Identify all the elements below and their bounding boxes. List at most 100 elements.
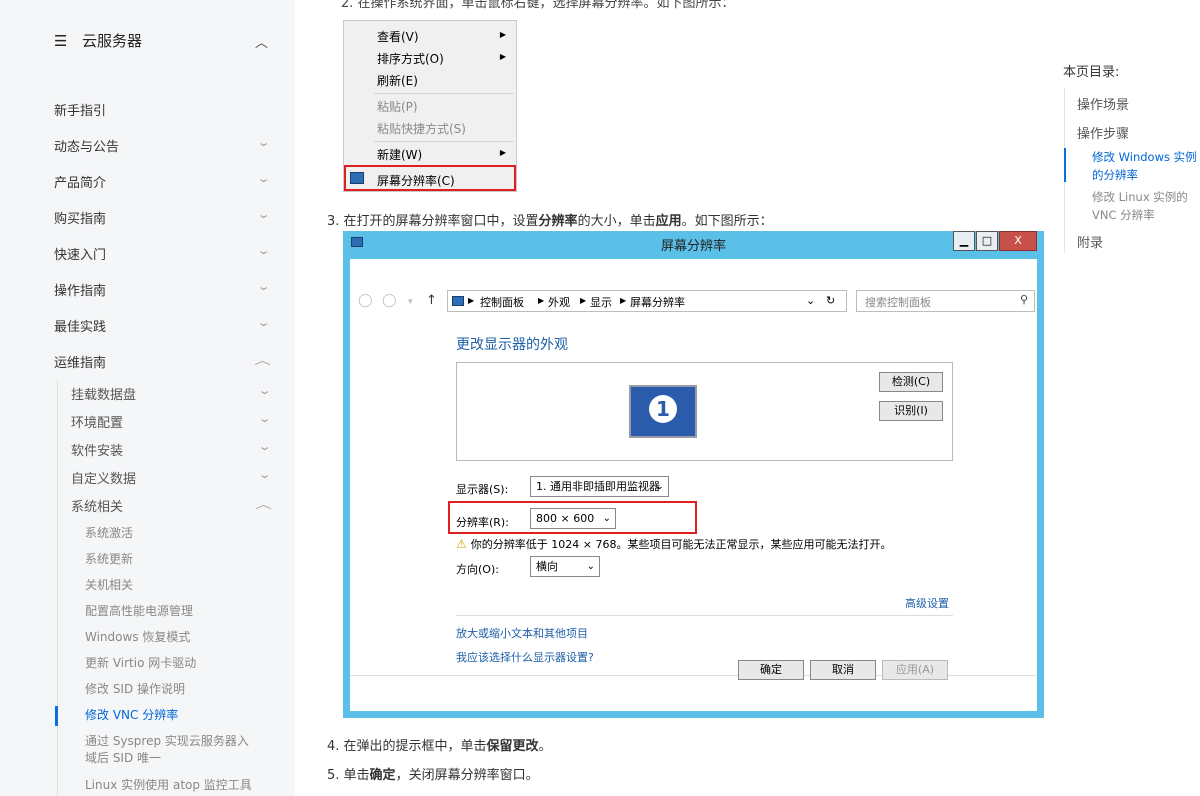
sidebar-item-label: 操作指南 bbox=[54, 284, 107, 299]
menu-separator bbox=[374, 93, 514, 94]
forward-icon: ◯ bbox=[382, 293, 397, 308]
sidebar-leaf-active[interactable]: 修改 VNC 分辨率 bbox=[85, 707, 265, 724]
address-bar: ▶ 控制面板 ▶ 外观 ▶ 显示 ▶ 屏幕分辨率 ⌄ ↻ bbox=[447, 290, 847, 312]
monitor-preview: 1 检测(C) 识别(I) bbox=[456, 362, 953, 461]
display-settings-help-link: 我应该选择什么显示器设置? bbox=[456, 651, 594, 664]
chevron-up-icon: ︿ bbox=[254, 354, 271, 367]
context-menu-image: 查看(V) ▶ 排序方式(O) ▶ 刷新(E) 粘贴(P) 粘贴快捷方式(S) … bbox=[343, 20, 517, 192]
sidebar-leaf[interactable]: 系统更新 bbox=[85, 551, 265, 568]
sidebar-item-practice[interactable]: 最佳实践 ⌄ bbox=[54, 316, 270, 336]
step-4-text: 4. 在弹出的提示框中，单击保留更改。 bbox=[327, 739, 552, 754]
chevron-down-icon: ⌄ bbox=[256, 280, 271, 293]
divider bbox=[456, 615, 953, 616]
advanced-settings-link: 高级设置 bbox=[905, 597, 949, 610]
chevron-down-icon: ⌄ bbox=[257, 440, 272, 453]
chevron-down-icon: ⌄ bbox=[256, 244, 271, 257]
toc-item-steps[interactable]: 操作步骤 bbox=[1077, 123, 1129, 142]
monitor-display-icon: 1 bbox=[629, 385, 697, 438]
highlight-box bbox=[344, 165, 516, 191]
sidebar-leaf[interactable]: Windows 恢复模式 bbox=[85, 629, 265, 646]
resolution-dialog-image: 屏幕分辨率 ▁ □ X ◯ ◯ ▾ ↑ ▶ 控制面板 ▶ 外观 ▶ 显示 ▶ 屏… bbox=[343, 231, 1044, 718]
display-select: 1. 通用非即插即用监视器 ⌄ bbox=[530, 476, 669, 497]
resolution-select: 800 × 600 ⌄ bbox=[530, 508, 616, 529]
chevron-down-icon: ⌄ bbox=[806, 294, 816, 307]
cancel-button: 取消 bbox=[810, 660, 876, 680]
sidebar-subitem-disk[interactable]: 挂载数据盘 ⌄ bbox=[71, 384, 271, 404]
ok-button: 确定 bbox=[738, 660, 804, 680]
sidebar-subitem-system[interactable]: 系统相关 ︿ bbox=[71, 496, 272, 516]
warning-icon: ⚠ bbox=[456, 537, 467, 551]
sidebar-item-ops[interactable]: 运维指南 ︿ bbox=[54, 352, 271, 372]
text-size-link: 放大或缩小文本和其他项目 bbox=[456, 627, 588, 640]
toc-item-scenario[interactable]: 操作场景 bbox=[1077, 94, 1129, 113]
sidebar-subitem-software[interactable]: 软件安装 ⌄ bbox=[71, 440, 272, 460]
minimize-icon: ▁ bbox=[953, 231, 975, 251]
sidebar-subitem-label: 自定义数据 bbox=[71, 472, 137, 487]
sidebar-item-quickstart[interactable]: 快速入门 ⌄ bbox=[54, 244, 270, 264]
sidebar-subitem-env[interactable]: 环境配置 ⌄ bbox=[71, 412, 272, 432]
breadcrumb-item: 外观 bbox=[548, 296, 570, 309]
orientation-select: 横向 ⌄ bbox=[530, 556, 600, 577]
search-icon: ⚲ bbox=[1019, 293, 1028, 306]
sidebar: ☰ 云服务器 ︿ 新手指引 动态与公告 ⌄ 产品简介 ⌄ 购买指南 ⌄ 快速入门 ⌄ 操… bbox=[0, 0, 295, 796]
back-icon: ◯ bbox=[358, 293, 373, 308]
maximize-icon: □ bbox=[976, 231, 998, 251]
sidebar-item-buy[interactable]: 购买指南 ⌄ bbox=[54, 208, 270, 228]
chevron-down-icon: ⌄ bbox=[655, 481, 664, 492]
sidebar-subitem-custom-data[interactable]: 自定义数据 ⌄ bbox=[71, 468, 272, 488]
toc-item-appendix[interactable]: 附录 bbox=[1077, 232, 1103, 251]
chevron-up-icon: ︿ bbox=[255, 498, 272, 511]
sidebar-leaf[interactable]: Linux 实例使用 atop 监控工具 bbox=[85, 777, 265, 794]
chevron-down-icon: ⌄ bbox=[257, 412, 272, 425]
chevron-up-icon[interactable]: ︿ bbox=[255, 32, 268, 51]
sidebar-item-guide[interactable]: 操作指南 ⌄ bbox=[54, 280, 270, 300]
monitor-number: 1 bbox=[649, 395, 677, 423]
menu-item-sort: 排序方式(O) bbox=[377, 52, 444, 66]
dialog-title: 屏幕分辨率 bbox=[660, 239, 726, 254]
sidebar-leaf[interactable]: 通过 Sysprep 实现云服务器入域后 SID 唯一 bbox=[85, 733, 255, 767]
sidebar-subitem-label: 环境配置 bbox=[71, 416, 124, 431]
toc-subitem-linux[interactable]: 修改 Linux 实例的 VNC 分辨率 bbox=[1092, 188, 1200, 224]
sidebar-leaf[interactable]: 修改 SID 操作说明 bbox=[85, 681, 265, 698]
search-placeholder: 搜索控制面板 bbox=[865, 296, 931, 309]
menu-icon[interactable]: ☰ bbox=[54, 32, 67, 50]
submenu-arrow-icon: ▶ bbox=[499, 148, 506, 157]
sidebar-item-label: 快速入门 bbox=[54, 248, 107, 263]
sidebar-header[interactable]: ☰ 云服务器 ︿ bbox=[54, 30, 274, 52]
tree-line bbox=[57, 380, 58, 796]
chevron-down-icon: ⌄ bbox=[257, 468, 272, 481]
menu-item-paste: 粘贴(P) bbox=[377, 100, 418, 114]
step-2-text: 2. 在操作系统界面，单击鼠标右键，选择屏幕分辨率。如下图所示： bbox=[341, 0, 735, 11]
sidebar-item-newbie[interactable]: 新手指引 bbox=[54, 100, 270, 120]
breadcrumb-item: 屏幕分辨率 bbox=[630, 296, 685, 309]
step-5-text: 5. 单击确定，关闭屏幕分辨率窗口。 bbox=[327, 768, 539, 783]
sidebar-subitem-label: 软件安装 bbox=[71, 444, 124, 459]
sidebar-leaf[interactable]: 更新 Virtio 网卡驱动 bbox=[85, 655, 265, 672]
sidebar-subitem-label: 系统相关 bbox=[71, 500, 124, 515]
active-indicator bbox=[55, 706, 58, 726]
breadcrumb-separator: ▶ bbox=[580, 296, 587, 305]
sidebar-leaf[interactable]: 配置高性能电源管理 bbox=[85, 603, 265, 620]
sidebar-title: 云服务器 bbox=[82, 32, 143, 50]
sidebar-item-label: 产品简介 bbox=[54, 176, 107, 191]
resolution-warning: ⚠ 你的分辨率低于 1024 × 768。某些项目可能无法正常显示，某些应用可能无… bbox=[456, 537, 892, 551]
breadcrumb-separator: ▶ bbox=[620, 296, 627, 305]
resolution-label: 分辨率(R): bbox=[456, 516, 509, 529]
menu-item-view: 查看(V) bbox=[377, 30, 419, 44]
toc-active-indicator bbox=[1064, 148, 1066, 182]
sidebar-item-label: 动态与公告 bbox=[54, 140, 120, 155]
control-panel-icon bbox=[452, 296, 464, 306]
toc-subitem-windows[interactable]: 修改 Windows 实例的分辨率 bbox=[1092, 148, 1200, 184]
menu-item-refresh: 刷新(E) bbox=[377, 74, 418, 88]
chevron-down-icon: ⌄ bbox=[256, 208, 271, 221]
sidebar-item-label: 运维指南 bbox=[54, 356, 107, 371]
sidebar-item-intro[interactable]: 产品简介 ⌄ bbox=[54, 172, 270, 192]
identify-button: 识别(I) bbox=[879, 401, 943, 421]
close-icon: X bbox=[999, 231, 1037, 251]
sidebar-leaf[interactable]: 关机相关 bbox=[85, 577, 265, 594]
submenu-arrow-icon: ▶ bbox=[499, 52, 506, 61]
chevron-down-icon: ⌄ bbox=[256, 316, 271, 329]
menu-item-new: 新建(W) bbox=[377, 148, 423, 162]
sidebar-leaf[interactable]: 系统激活 bbox=[85, 525, 265, 542]
sidebar-item-news[interactable]: 动态与公告 ⌄ bbox=[54, 136, 270, 156]
